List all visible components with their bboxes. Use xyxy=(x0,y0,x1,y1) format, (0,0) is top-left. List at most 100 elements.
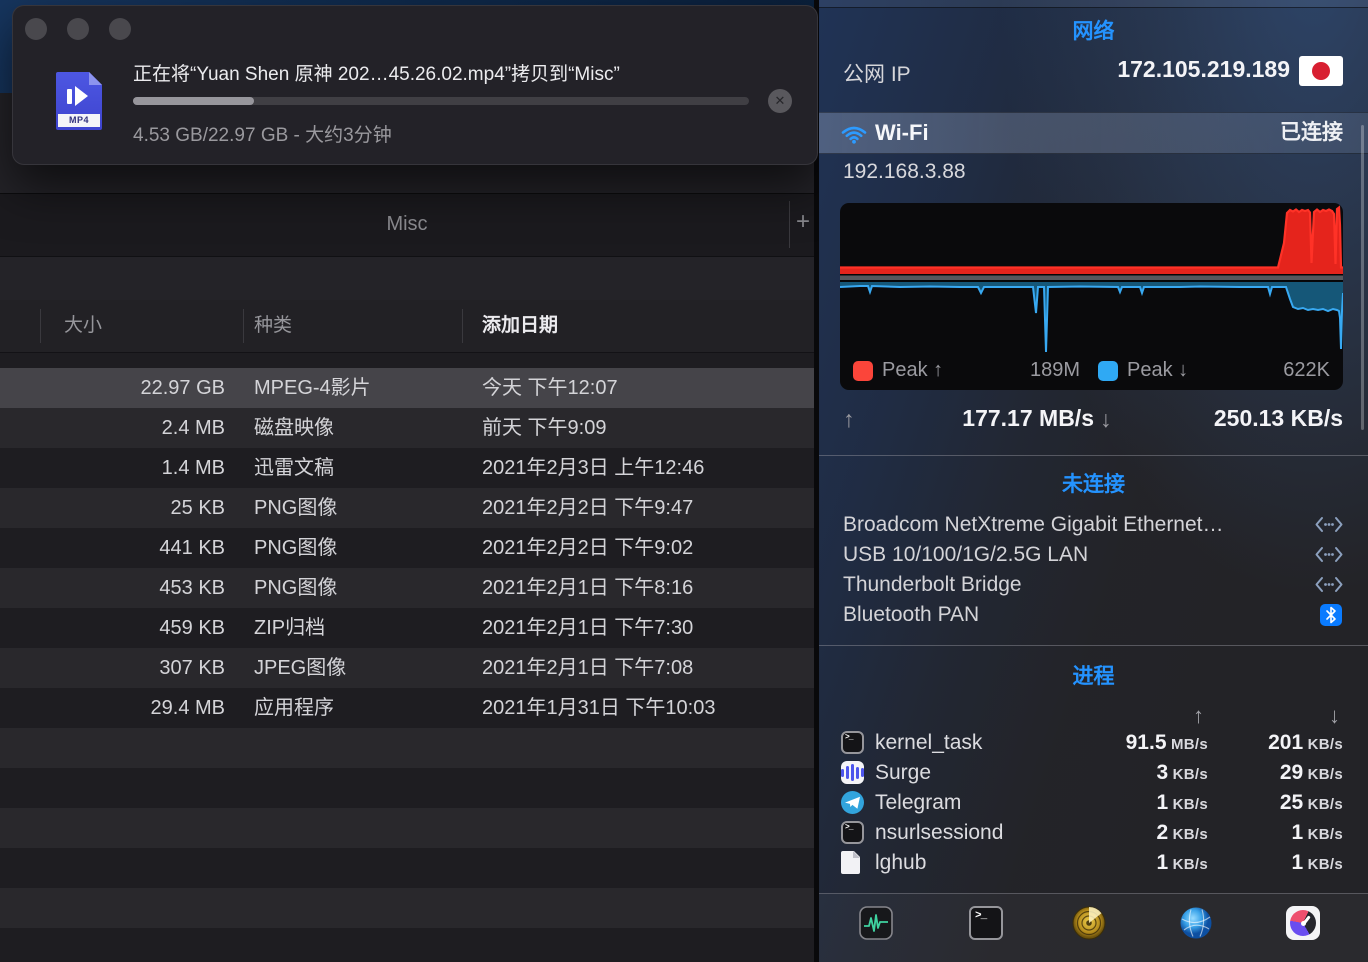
file-size: 22.97 GB xyxy=(0,368,225,408)
file-date: 2021年2月1日 下午7:08 xyxy=(482,648,693,688)
column-header-kind[interactable]: 种类 xyxy=(254,300,292,352)
column-header-date-added[interactable]: 添加日期 xyxy=(482,300,558,352)
process-upload: 2 KB/s xyxy=(1156,818,1208,850)
finder-titlebar: Misc + xyxy=(0,193,814,257)
process-row[interactable]: >_ kernel_task 91.5 MB/s 201 KB/s xyxy=(819,728,1368,758)
table-row[interactable]: 29.4 MB 应用程序 2021年1月31日 下午10:03 xyxy=(0,688,814,728)
file-size: 307 KB xyxy=(0,648,225,688)
terminal-app-icon: >_ xyxy=(841,821,864,844)
column-divider[interactable] xyxy=(243,309,244,343)
column-header-size[interactable]: 大小 xyxy=(64,300,102,352)
network-radar-icon[interactable] xyxy=(1072,906,1106,940)
table-row[interactable]: 307 KB JPEG图像 2021年2月1日 下午7:08 xyxy=(0,648,814,688)
peak-upload-swatch xyxy=(853,361,873,381)
public-ip-value: 172.105.219.189 xyxy=(1117,56,1290,83)
file-list: 22.97 GB MPEG-4影片 今天 下午12:07 2.4 MB 磁盘映像… xyxy=(0,353,814,962)
network-stats-panel: 网络 公网 IP 172.105.219.189 Wi-Fi 已连接 192.1… xyxy=(819,0,1368,962)
process-name: Surge xyxy=(875,758,931,788)
new-tab-button[interactable]: + xyxy=(796,208,810,236)
terminal-app-icon: >_ xyxy=(841,731,864,754)
telegram-app-icon xyxy=(841,791,864,814)
terminal-icon[interactable]: >_ xyxy=(969,906,1003,940)
bluetooth-icon xyxy=(1320,604,1342,626)
file-date: 2021年2月1日 下午8:16 xyxy=(482,568,693,608)
section-title-disconnected: 未连接 xyxy=(819,468,1368,498)
file-date: 前天 下午9:09 xyxy=(482,408,606,448)
process-download: 1 KB/s xyxy=(1291,818,1343,850)
column-divider[interactable] xyxy=(40,309,41,343)
download-column-header: ↓ xyxy=(1329,703,1340,729)
column-divider[interactable] xyxy=(462,309,463,343)
section-divider xyxy=(819,455,1368,456)
finder-window: Misc + 大小 种类 添加日期 22.97 GB MPEG-4影片 今天 下… xyxy=(0,93,814,962)
process-download: 1 KB/s xyxy=(1291,848,1343,880)
minimize-window-button[interactable] xyxy=(67,18,89,40)
table-row[interactable]: 453 KB PNG图像 2021年2月1日 下午8:16 xyxy=(0,568,814,608)
panel-scrollbar[interactable] xyxy=(1361,125,1364,430)
empty-row xyxy=(0,768,814,808)
mp4-badge: MP4 xyxy=(58,114,100,127)
process-name: nsurlsessiond xyxy=(875,818,1003,848)
section-title-network: 网络 xyxy=(819,15,1368,45)
file-size: 25 KB xyxy=(0,488,225,528)
empty-row xyxy=(0,928,814,962)
play-triangle xyxy=(75,86,88,106)
cancel-copy-button[interactable]: ✕ xyxy=(768,89,792,113)
table-row[interactable]: 25 KB PNG图像 2021年2月2日 下午9:47 xyxy=(0,488,814,528)
process-row[interactable]: Telegram 1 KB/s 25 KB/s xyxy=(819,788,1368,818)
download-arrow-icon: ↓ xyxy=(1100,406,1112,433)
table-row[interactable]: 2.4 MB 磁盘映像 前天 下午9:09 xyxy=(0,408,814,448)
peak-download-value: 622K xyxy=(1283,359,1330,382)
process-row[interactable]: lghub 1 KB/s 1 KB/s xyxy=(819,848,1368,878)
file-kind: MPEG-4影片 xyxy=(254,368,371,408)
upload-arrow-icon: ↑ xyxy=(843,406,855,433)
adapter-row[interactable]: USB 10/100/1G/2.5G LAN xyxy=(819,540,1368,570)
file-size: 1.4 MB xyxy=(0,448,225,488)
folded-corner xyxy=(89,72,102,85)
ethernet-icon xyxy=(1314,546,1344,563)
activity-monitor-icon[interactable] xyxy=(859,906,893,940)
speedtest-icon[interactable] xyxy=(1286,906,1320,940)
surge-app-icon xyxy=(841,761,864,784)
file-date: 2021年2月2日 下午9:47 xyxy=(482,488,693,528)
file-kind: 迅雷文稿 xyxy=(254,448,334,488)
wifi-icon xyxy=(841,123,867,144)
current-upload-speed: 177.17 MB/s xyxy=(879,405,1094,432)
public-ip-label: 公网 IP xyxy=(843,58,911,88)
process-upload: 91.5 MB/s xyxy=(1126,728,1208,760)
zoom-window-button[interactable] xyxy=(109,18,131,40)
adapter-row[interactable]: Thunderbolt Bridge xyxy=(819,570,1368,600)
adapter-row[interactable]: Broadcom NetXtreme Gigabit Ethernet… xyxy=(819,510,1368,540)
network-globe-icon[interactable] xyxy=(1179,906,1213,940)
table-row[interactable]: 1.4 MB 迅雷文稿 2021年2月3日 上午12:46 xyxy=(0,448,814,488)
file-kind: 磁盘映像 xyxy=(254,408,334,448)
list-column-headers: 大小 种类 添加日期 xyxy=(0,300,814,353)
file-kind: PNG图像 xyxy=(254,568,337,608)
adapter-row[interactable]: Bluetooth PAN xyxy=(819,600,1368,630)
ethernet-icon xyxy=(1314,576,1344,593)
progress-bar xyxy=(133,97,749,105)
table-row[interactable]: 441 KB PNG图像 2021年2月2日 下午9:02 xyxy=(0,528,814,568)
process-upload: 1 KB/s xyxy=(1156,788,1208,820)
close-window-button[interactable] xyxy=(25,18,47,40)
ethernet-icon xyxy=(1314,516,1344,533)
file-kind: PNG图像 xyxy=(254,528,337,568)
process-row[interactable]: Surge 3 KB/s 29 KB/s xyxy=(819,758,1368,788)
terminal-glyph: >_ xyxy=(845,823,853,832)
table-row[interactable]: 22.97 GB MPEG-4影片 今天 下午12:07 xyxy=(0,368,814,408)
process-row[interactable]: >_ nsurlsessiond 2 KB/s 1 KB/s xyxy=(819,818,1368,848)
table-row[interactable]: 459 KB ZIP归档 2021年2月1日 下午7:30 xyxy=(0,608,814,648)
wifi-row[interactable]: Wi-Fi 已连接 xyxy=(819,112,1368,154)
peak-upload-value: 189M xyxy=(1010,359,1080,382)
panel-app-dock: >_ xyxy=(819,894,1368,962)
terminal-glyph: >_ xyxy=(845,733,853,742)
empty-row xyxy=(0,888,814,928)
file-kind: JPEG图像 xyxy=(254,648,346,688)
peak-download-label: Peak ↓ xyxy=(1127,359,1188,382)
file-kind: 应用程序 xyxy=(254,688,334,728)
adapter-name: USB 10/100/1G/2.5G LAN xyxy=(843,540,1088,570)
adapter-name: Thunderbolt Bridge xyxy=(843,570,1022,600)
file-size: 453 KB xyxy=(0,568,225,608)
file-kind: ZIP归档 xyxy=(254,608,325,648)
terminal-glyph: >_ xyxy=(975,910,986,922)
